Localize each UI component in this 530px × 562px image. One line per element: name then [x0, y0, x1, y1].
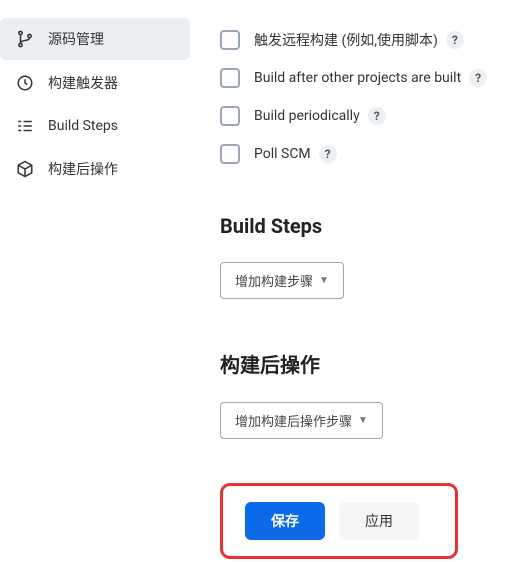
button-label: 增加构建步骤	[235, 271, 313, 290]
sidebar-item-label: 构建触发器	[48, 73, 118, 93]
trigger-label: Poll SCM	[254, 146, 311, 162]
add-build-step-button[interactable]: 增加构建步骤 ▼	[220, 262, 344, 299]
sidebar-item-post-build[interactable]: 构建后操作	[0, 148, 190, 190]
content-area: 触发远程构建 (例如,使用脚本) ? Build after other pro…	[190, 0, 530, 562]
build-triggers-list: 触发远程构建 (例如,使用脚本) ? Build after other pro…	[220, 30, 520, 164]
help-icon[interactable]: ?	[319, 145, 337, 163]
sidebar-item-label: 构建后操作	[48, 159, 118, 179]
caret-down-icon: ▼	[319, 275, 329, 286]
trigger-remote-row: 触发远程构建 (例如,使用脚本) ?	[220, 30, 520, 50]
help-icon[interactable]: ?	[368, 107, 386, 125]
trigger-poll-scm-row: Poll SCM ?	[220, 144, 520, 164]
trigger-label: 触发远程构建 (例如,使用脚本)	[254, 30, 438, 50]
build-steps-title: Build Steps	[220, 214, 520, 238]
apply-button[interactable]: 应用	[339, 502, 419, 540]
post-build-title: 构建后操作	[220, 349, 520, 378]
checkbox[interactable]	[220, 30, 240, 50]
trigger-label: Build after other projects are built	[254, 70, 461, 86]
sidebar-item-label: Build Steps	[48, 118, 118, 134]
add-post-build-step-button[interactable]: 增加构建后操作步骤 ▼	[220, 402, 383, 439]
caret-down-icon: ▼	[358, 415, 368, 426]
sidebar-item-triggers[interactable]: 构建触发器	[0, 62, 190, 104]
trigger-periodically-row: Build periodically ?	[220, 106, 520, 126]
help-icon[interactable]: ?	[446, 31, 464, 49]
checkbox[interactable]	[220, 106, 240, 126]
save-button[interactable]: 保存	[245, 502, 325, 540]
action-buttons-highlight: 保存 应用	[220, 483, 458, 559]
button-label: 增加构建后操作步骤	[235, 411, 352, 430]
sidebar-item-build-steps[interactable]: Build Steps	[0, 106, 190, 146]
help-icon[interactable]: ?	[469, 69, 487, 87]
trigger-label: Build periodically	[254, 108, 360, 124]
sidebar-item-source[interactable]: 源码管理	[0, 18, 190, 60]
steps-icon	[14, 117, 36, 135]
clock-icon	[14, 74, 36, 92]
checkbox[interactable]	[220, 144, 240, 164]
sidebar: 源码管理 构建触发器 Build Steps 构建后操作	[0, 0, 190, 562]
sidebar-item-label: 源码管理	[48, 29, 104, 49]
package-icon	[14, 160, 36, 178]
trigger-after-projects-row: Build after other projects are built ?	[220, 68, 520, 88]
branch-icon	[14, 30, 36, 48]
checkbox[interactable]	[220, 68, 240, 88]
